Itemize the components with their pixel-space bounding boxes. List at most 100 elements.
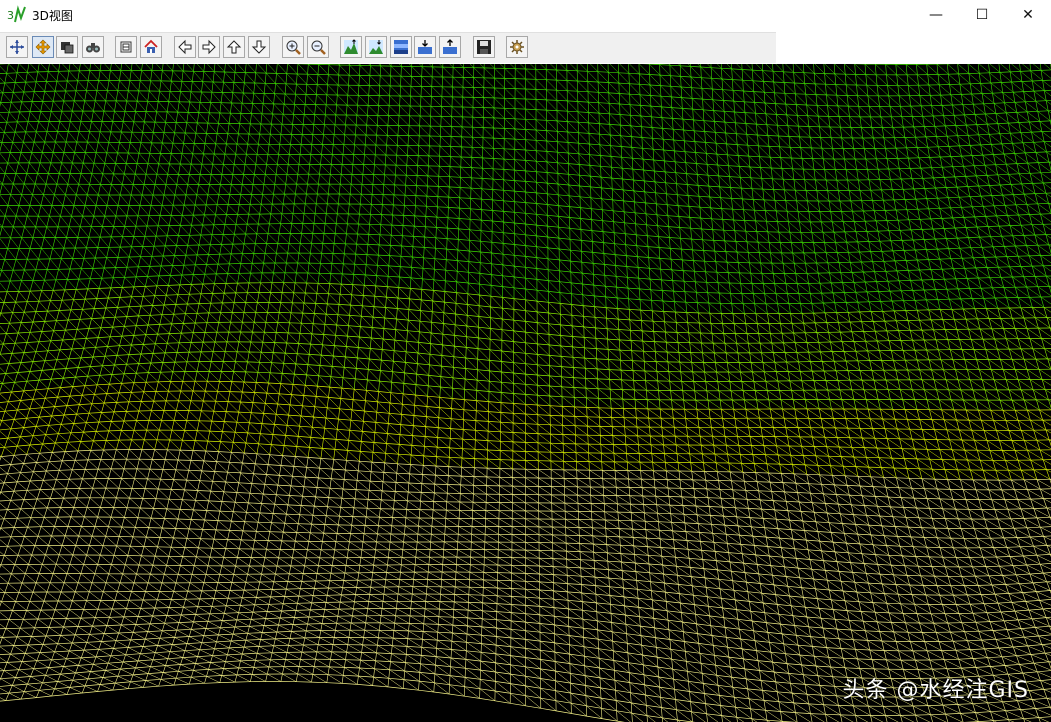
terrain-exaggerate-button[interactable] <box>340 36 362 58</box>
mesh-line <box>111 184 121 196</box>
maximize-button[interactable]: ☐ <box>959 0 1005 30</box>
mesh-line <box>26 173 36 185</box>
mesh-line <box>195 656 198 664</box>
pan-tool-button[interactable] <box>32 36 54 58</box>
mesh-line <box>108 247 119 258</box>
mesh-line <box>119 184 123 196</box>
mesh-line <box>17 545 22 556</box>
mesh-line <box>160 255 164 267</box>
mesh-line <box>86 591 90 601</box>
mesh-line <box>110 64 112 71</box>
settings-button[interactable] <box>506 36 528 58</box>
mesh-line <box>227 391 231 402</box>
mesh-line <box>140 507 152 519</box>
mesh-line <box>269 372 281 384</box>
mesh-line <box>42 644 55 653</box>
water-level-button[interactable] <box>390 36 412 58</box>
mesh-line <box>216 322 220 333</box>
mesh-line <box>90 268 94 279</box>
terrain-flatten-button[interactable] <box>365 36 387 58</box>
home-view-button[interactable] <box>140 36 162 58</box>
mesh-line <box>108 478 120 489</box>
mesh-line <box>56 479 67 489</box>
mesh-line <box>219 381 231 392</box>
mesh-line <box>39 453 50 462</box>
mesh-line <box>15 82 24 93</box>
mesh-line <box>223 283 227 294</box>
mesh-line <box>13 216 17 227</box>
mesh-line <box>94 516 98 527</box>
mesh-line <box>11 391 21 401</box>
mesh-line <box>157 215 161 226</box>
mesh-line <box>60 387 70 397</box>
mesh-line <box>37 173 47 185</box>
move-down-button[interactable] <box>248 36 270 58</box>
mesh-line <box>213 214 216 225</box>
save-button[interactable] <box>473 36 495 58</box>
mesh-line <box>113 163 116 174</box>
mesh-line <box>15 205 20 217</box>
mesh-line <box>47 350 58 360</box>
mesh-line <box>258 223 269 234</box>
mesh-line <box>75 535 79 546</box>
rotate-tool-button[interactable] <box>6 36 28 58</box>
water-lower-button[interactable] <box>414 36 436 58</box>
move-up-button[interactable] <box>223 36 245 58</box>
mesh-line <box>111 555 115 565</box>
mesh-line <box>270 204 273 214</box>
mesh-line <box>167 343 178 353</box>
close-button[interactable]: ✕ <box>1005 0 1051 30</box>
mesh-line <box>0 297 5 303</box>
mesh-line <box>186 410 190 421</box>
mesh-line <box>283 103 294 115</box>
mesh-line <box>187 101 190 113</box>
mesh-line <box>166 508 179 520</box>
mesh-line <box>277 64 287 74</box>
mesh-line <box>95 205 105 217</box>
mesh-line <box>181 323 184 334</box>
mesh-line <box>60 216 70 227</box>
mesh-line <box>214 273 217 284</box>
mesh-line <box>0 443 5 448</box>
mesh-line <box>25 81 35 92</box>
mesh-line <box>143 680 146 688</box>
mesh-line <box>83 338 87 349</box>
mesh-line <box>232 312 243 323</box>
mesh-line <box>184 430 196 441</box>
minimize-button[interactable]: — <box>913 0 959 30</box>
zoom-in-button[interactable] <box>282 36 304 58</box>
mesh-line <box>8 610 13 620</box>
mesh-line <box>126 306 130 317</box>
mesh-line <box>8 353 13 364</box>
mesh-line <box>133 236 143 247</box>
mesh-line <box>32 582 37 593</box>
mesh-line <box>32 101 41 112</box>
mesh-line <box>283 282 294 293</box>
mesh-line <box>27 676 31 685</box>
mesh-line <box>145 334 156 344</box>
mesh-line <box>29 152 32 163</box>
mesh-line <box>156 163 159 175</box>
move-left-button[interactable] <box>174 36 196 58</box>
mesh-line <box>254 382 257 393</box>
flythrough-button[interactable] <box>82 36 104 58</box>
mesh-line <box>220 312 231 323</box>
mesh-line <box>32 237 42 249</box>
full-extent-button[interactable] <box>115 36 137 58</box>
mesh-line <box>211 224 215 235</box>
mesh-line <box>180 556 183 566</box>
mesh-line <box>180 153 183 165</box>
mesh-line <box>202 274 206 285</box>
mesh-line <box>175 582 188 592</box>
layer-tool-button[interactable] <box>56 36 78 58</box>
mesh-line <box>223 234 233 245</box>
terrain-3d-viewport[interactable]: 头条 @水经注GIS <box>0 64 1051 722</box>
mesh-line <box>61 162 71 174</box>
mesh-line <box>176 174 179 185</box>
zoom-out-button[interactable] <box>307 36 329 58</box>
move-right-button[interactable] <box>198 36 220 58</box>
mesh-line <box>174 122 177 133</box>
mesh-line <box>237 557 250 567</box>
water-raise-button[interactable] <box>439 36 461 58</box>
mesh-line <box>166 556 170 566</box>
